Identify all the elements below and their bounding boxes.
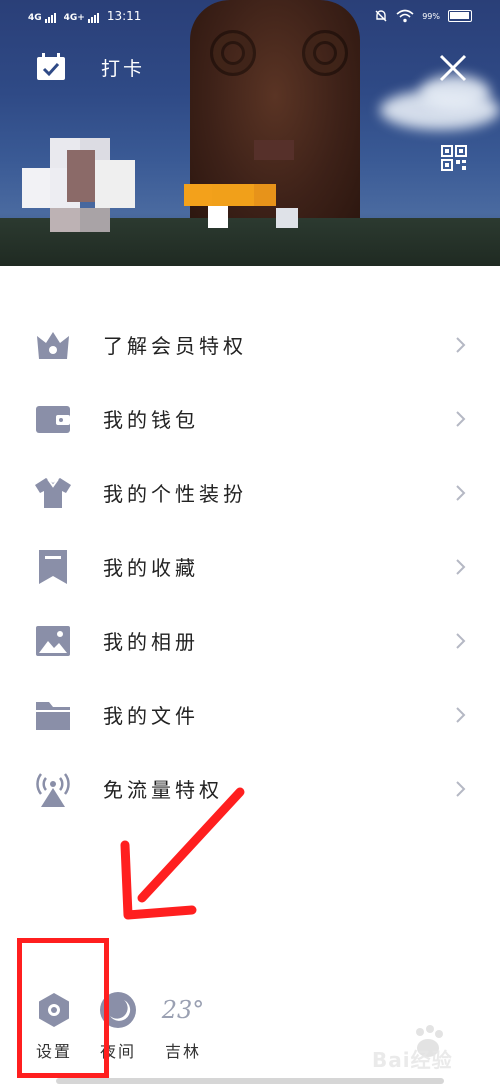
menu-label: 我的相册 <box>103 630 199 654</box>
menu-item-wallet[interactable]: 我的钱包 <box>0 382 500 456</box>
red-arrow-icon <box>120 787 245 920</box>
crown-icon <box>37 332 69 359</box>
chevron-right-icon <box>456 337 466 353</box>
menu-label: 我的钱包 <box>103 408 199 432</box>
tshirt-icon <box>35 478 71 508</box>
checkin-button[interactable]: 打卡 <box>36 53 145 81</box>
chevron-right-icon <box>456 485 466 501</box>
menu-label: 我的个性装扮 <box>103 482 247 506</box>
watermark: Bai经验 <box>362 1022 498 1080</box>
menu-item-favorites[interactable]: 我的收藏 <box>0 530 500 604</box>
statue-carving <box>302 30 348 76</box>
bookmark-icon <box>39 550 67 584</box>
photo-icon <box>36 626 70 656</box>
qr-code-icon[interactable] <box>441 145 467 171</box>
chevron-right-icon <box>456 781 466 797</box>
watermark-text: Bai经验 <box>372 1048 453 1072</box>
menu-label: 我的文件 <box>103 704 199 728</box>
folder-icon <box>36 702 70 730</box>
statue-carving <box>210 30 256 76</box>
menu-item-albums[interactable]: 我的相册 <box>0 604 500 678</box>
status-bar: 4G 4G+ 13:11 99% <box>0 6 500 30</box>
chevron-right-icon <box>456 633 466 649</box>
battery-icon <box>448 10 472 22</box>
chevron-right-icon <box>456 707 466 723</box>
menu-label: 我的收藏 <box>103 556 199 580</box>
wallet-icon <box>36 406 70 433</box>
chevron-right-icon <box>456 559 466 575</box>
highlight-box <box>17 938 109 1078</box>
weather-button[interactable]: 23° 吉林 <box>153 990 213 1062</box>
broadcast-tower-icon <box>36 773 70 807</box>
close-icon[interactable] <box>438 53 468 83</box>
signal-1: 4G <box>28 13 56 23</box>
temperature: 23° <box>161 996 205 1024</box>
calendar-check-icon <box>37 53 65 80</box>
wifi-icon <box>396 9 414 23</box>
menu-item-personalization[interactable]: 我的个性装扮 <box>0 456 500 530</box>
signal-icon <box>44 13 56 23</box>
mute-bell-icon <box>375 10 387 22</box>
chevron-right-icon <box>456 411 466 427</box>
menu-item-files[interactable]: 我的文件 <box>0 678 500 752</box>
signal-2: 4G+ <box>64 13 99 23</box>
battery-level: 99% <box>422 11 440 21</box>
network-type-2: 4G+ <box>63 13 85 23</box>
weather-location: 吉林 <box>164 1042 201 1061</box>
clock: 13:11 <box>106 9 142 23</box>
signal-icon <box>87 13 99 23</box>
network-type-1: 4G <box>28 13 42 23</box>
menu-label: 了解会员特权 <box>103 334 247 358</box>
menu-item-vip-privileges[interactable]: 了解会员特权 <box>0 308 500 382</box>
checkin-label: 打卡 <box>101 57 146 80</box>
profile-header: 4G 4G+ 13:11 99% 打卡 <box>0 0 500 266</box>
